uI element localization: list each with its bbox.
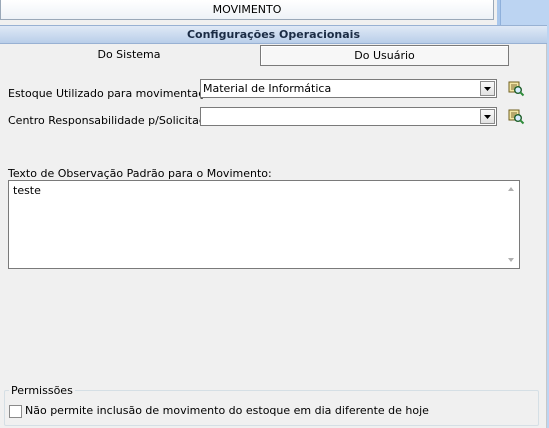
permissions-title: Permissões [9,384,75,397]
chevron-down-icon[interactable] [480,109,495,124]
centro-label: Centro Responsabilidade p/Solicitações [8,114,225,127]
tab-do-sistema[interactable]: Do Sistema [0,44,258,66]
search-tool-icon[interactable] [507,107,525,125]
observacao-textarea[interactable]: teste [8,180,520,269]
tab-do-usuario[interactable]: Do Usuário [260,45,509,66]
memo-scrollbar[interactable] [504,181,519,268]
estoque-label: Estoque Utilizado para movimentação: [8,87,222,100]
observacao-text: teste [13,184,41,197]
estoque-select-value: Material de Informática [203,82,332,95]
centro-select[interactable] [200,107,497,126]
scroll-down-arrow-icon[interactable] [508,258,514,262]
estoque-select[interactable]: Material de Informática [200,79,497,98]
tab-movimento[interactable]: MOVIMENTO [0,0,494,20]
permission-checkbox-label[interactable]: Não permite inclusão de movimento do est… [25,404,429,417]
search-tool-icon[interactable] [507,79,525,97]
scroll-up-arrow-icon[interactable] [508,187,514,191]
chevron-down-icon[interactable] [480,81,495,96]
permission-checkbox[interactable] [9,405,22,418]
observacao-label: Texto de Observação Padrão para o Movime… [8,167,272,180]
section-header: Configurações Operacionais [0,25,547,44]
